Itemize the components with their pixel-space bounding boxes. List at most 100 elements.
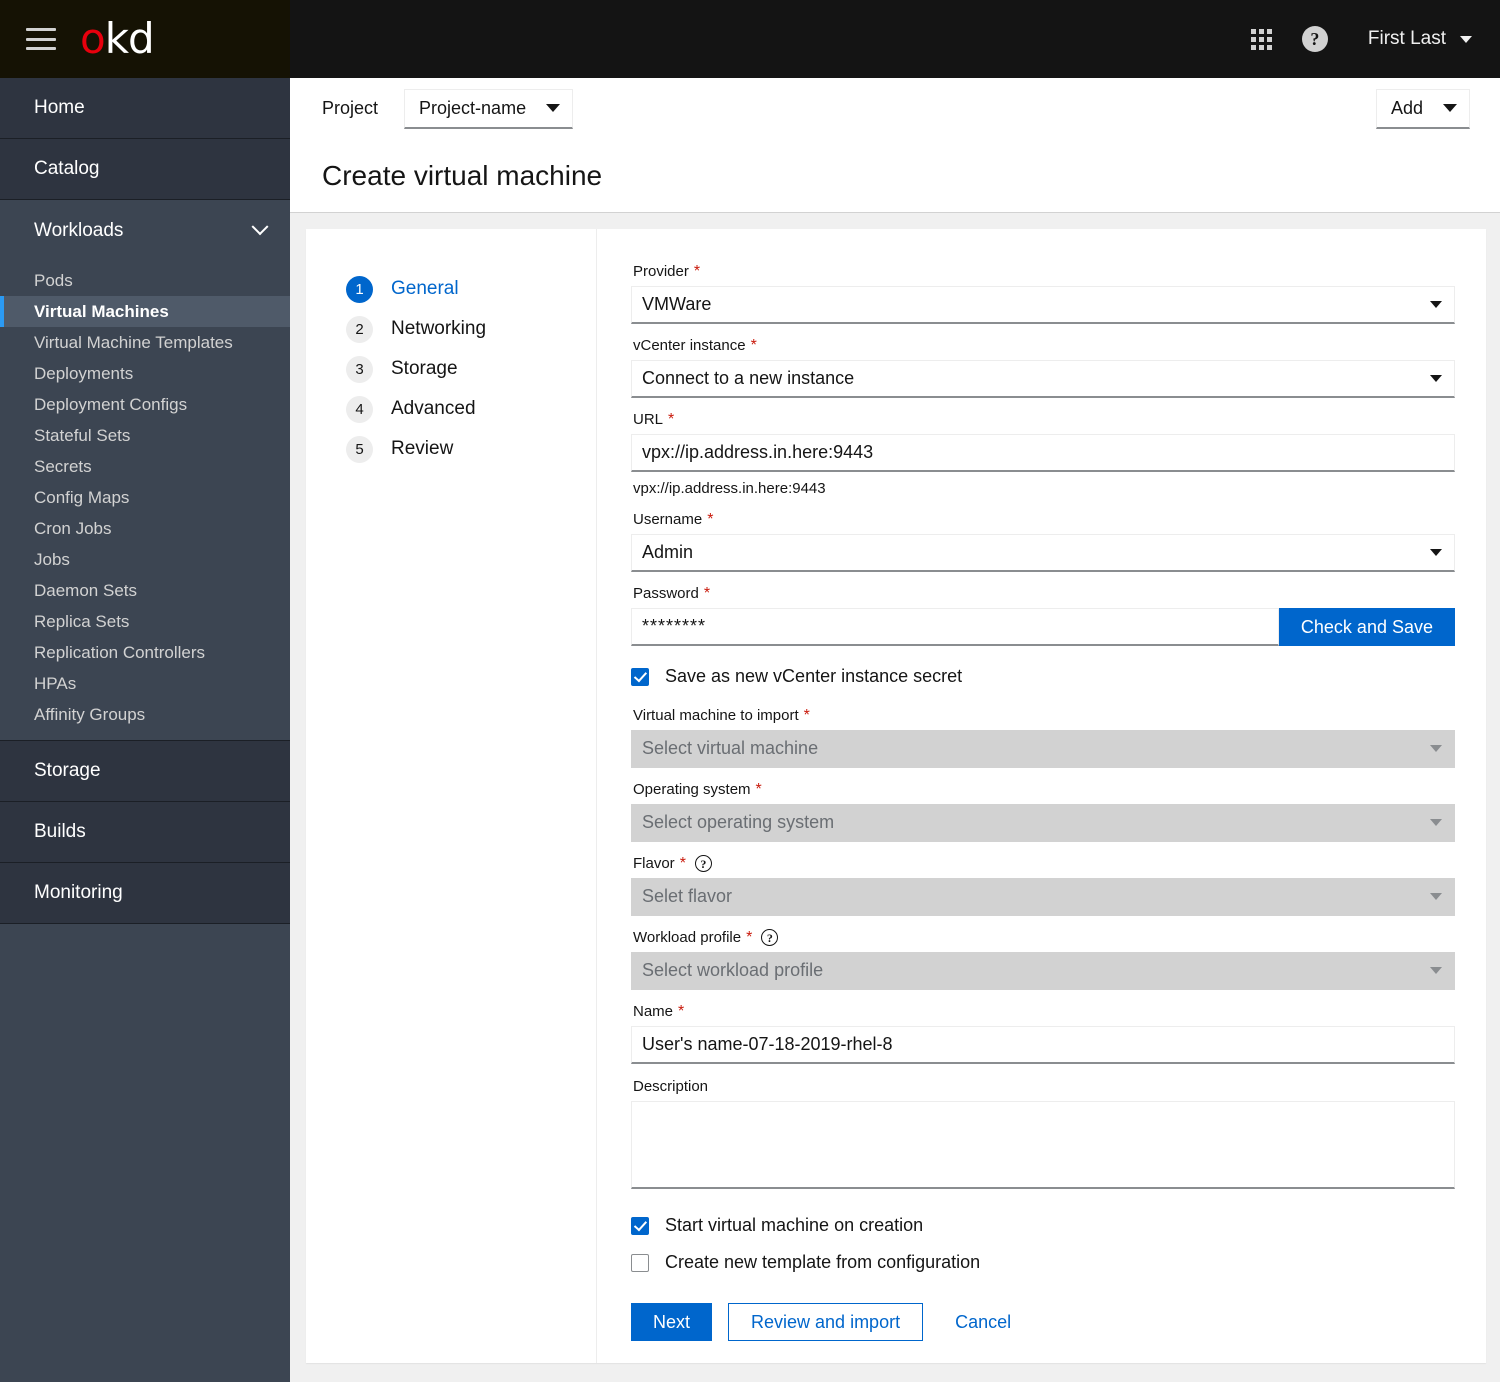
wizard-step-networking[interactable]: 2 Networking	[346, 309, 596, 349]
password-label: Password	[633, 585, 699, 602]
step-number: 1	[346, 275, 373, 303]
okd-logo[interactable]: o kd	[80, 14, 155, 63]
wizard-step-advanced[interactable]: 4 Advanced	[346, 389, 596, 429]
sidebar-item-home[interactable]: Home	[0, 78, 290, 139]
main-content: Project Project-name Add Create virtual …	[290, 78, 1500, 1382]
create-template-label[interactable]: Create new template from configuration	[665, 1252, 980, 1273]
vcenter-instance-field: vCenter instance * Connect to a new inst…	[631, 337, 1455, 398]
sidebar-item-replication-controllers[interactable]: Replication Controllers	[0, 637, 290, 668]
step-label: Review	[391, 438, 454, 459]
sidebar-item-affinity-groups[interactable]: Affinity Groups	[0, 699, 290, 730]
description-textarea[interactable]	[631, 1101, 1455, 1189]
caret-down-icon	[546, 104, 561, 112]
wizard-step-review[interactable]: 5 Review	[346, 429, 596, 469]
help-circle-icon[interactable]: ?	[761, 929, 779, 946]
sidebar-item-label: HPAs	[34, 673, 77, 693]
sidebar-item-deployments[interactable]: Deployments	[0, 358, 290, 389]
sidebar-item-deployment-configs[interactable]: Deployment Configs	[0, 389, 290, 420]
step-number: 5	[346, 435, 373, 463]
sidebar-item-monitoring[interactable]: Monitoring	[0, 863, 290, 924]
required-marker: *	[707, 510, 714, 528]
user-menu[interactable]: First Last	[1368, 28, 1472, 50]
vcenter-instance-select[interactable]: Connect to a new instance	[631, 360, 1455, 398]
description-label-row: Description	[633, 1078, 1455, 1095]
name-field: Name * User's name-07-18-2019-rhel-8	[631, 1003, 1455, 1064]
grid-apps-icon[interactable]	[1250, 28, 1272, 50]
name-label: Name	[633, 1003, 674, 1020]
username-label: Username	[633, 511, 703, 528]
username-select[interactable]: Admin	[631, 534, 1455, 572]
hamburger-icon[interactable]	[26, 28, 56, 50]
sidebar-item-home-label: Home	[34, 97, 85, 118]
help-circle-icon[interactable]: ?	[1301, 26, 1328, 52]
sidebar-item-replica-sets[interactable]: Replica Sets	[0, 606, 290, 637]
sidebar-section-monitoring: Monitoring	[0, 863, 290, 924]
provider-field: Provider * VMWare	[631, 263, 1455, 324]
operating-system-label: Operating system	[633, 781, 751, 798]
step-label: General	[391, 278, 459, 299]
sidebar-item-catalog[interactable]: Catalog	[0, 139, 290, 200]
required-marker: *	[679, 854, 686, 872]
sidebar-item-cron-jobs[interactable]: Cron Jobs	[0, 513, 290, 544]
start-vm-label[interactable]: Start virtual machine on creation	[665, 1215, 923, 1236]
start-vm-checkbox[interactable]	[631, 1216, 649, 1235]
check-and-save-button[interactable]: Check and Save	[1278, 608, 1455, 646]
step-label: Storage	[391, 358, 458, 379]
save-secret-label[interactable]: Save as new vCenter instance secret	[665, 666, 962, 687]
workload-profile-select[interactable]: Select workload profile	[631, 952, 1455, 990]
required-marker: *	[755, 780, 762, 798]
sidebar-section-catalog: Catalog	[0, 139, 290, 200]
provider-select[interactable]: VMWare	[631, 286, 1455, 324]
sidebar-item-virtual-machine-templates[interactable]: Virtual Machine Templates	[0, 327, 290, 358]
password-input-value: ********	[642, 616, 707, 636]
page-title: Create virtual machine	[322, 160, 603, 191]
wizard-step-storage[interactable]: 3 Storage	[346, 349, 596, 389]
required-marker: *	[803, 706, 810, 724]
password-input[interactable]: ********	[631, 608, 1279, 646]
vcenter-label-row: vCenter instance *	[633, 337, 1455, 354]
vm-to-import-select[interactable]: Select virtual machine	[631, 730, 1455, 768]
required-marker: *	[703, 584, 711, 602]
required-marker: *	[746, 928, 753, 946]
url-label: URL	[633, 411, 664, 428]
vm-to-import-label-row: Virtual machine to import *	[633, 707, 1455, 724]
wizard-step-general[interactable]: 1 General	[346, 269, 596, 309]
sidebar-item-stateful-sets[interactable]: Stateful Sets	[0, 420, 290, 451]
sidebar-item-daemon-sets[interactable]: Daemon Sets	[0, 575, 290, 606]
okd-console: o kd ? First Last Home Catalog Workloads…	[0, 0, 1500, 1382]
cancel-button[interactable]: Cancel	[937, 1303, 1029, 1341]
next-button[interactable]: Next	[631, 1303, 713, 1341]
sidebar-item-hpas[interactable]: HPAs	[0, 668, 290, 699]
add-dropdown-button[interactable]: Add	[1375, 88, 1470, 129]
vm-to-import-label: Virtual machine to import	[633, 707, 799, 724]
name-input[interactable]: User's name-07-18-2019-rhel-8	[631, 1026, 1455, 1064]
sidebar-item-virtual-machines[interactable]: Virtual Machines	[0, 296, 290, 327]
sidebar-item-workloads[interactable]: Workloads	[0, 200, 290, 261]
sidebar-section-workloads: Workloads Pods Virtual Machines Virtual …	[0, 200, 290, 741]
flavor-select[interactable]: Selet flavor	[631, 878, 1455, 916]
operating-system-select[interactable]: Select operating system	[631, 804, 1455, 842]
create-template-checkbox[interactable]	[631, 1253, 649, 1272]
sidebar-item-jobs[interactable]: Jobs	[0, 544, 290, 575]
help-circle-icon[interactable]: ?	[694, 855, 712, 872]
sidebar-item-secrets[interactable]: Secrets	[0, 451, 290, 482]
project-select[interactable]: Project-name	[404, 88, 574, 129]
vm-to-import-field: Virtual machine to import * Select virtu…	[631, 707, 1455, 768]
url-input[interactable]: vpx://ip.address.in.here:9443	[631, 434, 1455, 472]
masthead-brand-area: o kd	[0, 0, 290, 78]
required-marker: *	[678, 1002, 685, 1020]
start-vm-checkbox-row: Start virtual machine on creation	[631, 1215, 1455, 1236]
sidebar-item-workloads-label: Workloads	[34, 219, 124, 241]
sidebar-item-storage[interactable]: Storage	[0, 741, 290, 802]
logo-kd-letters: kd	[104, 14, 155, 63]
sidebar-item-pods[interactable]: Pods	[0, 265, 290, 296]
sidebar-item-label: Config Maps	[34, 487, 130, 507]
step-number: 3	[346, 355, 373, 383]
save-secret-checkbox[interactable]	[631, 667, 649, 686]
url-input-value: vpx://ip.address.in.here:9443	[642, 442, 874, 462]
sidebar-item-config-maps[interactable]: Config Maps	[0, 482, 290, 513]
review-and-import-button[interactable]: Review and import	[728, 1303, 924, 1341]
sidebar-item-label: Virtual Machines	[34, 301, 169, 321]
project-label: Project	[322, 98, 379, 118]
sidebar-item-builds[interactable]: Builds	[0, 802, 290, 863]
